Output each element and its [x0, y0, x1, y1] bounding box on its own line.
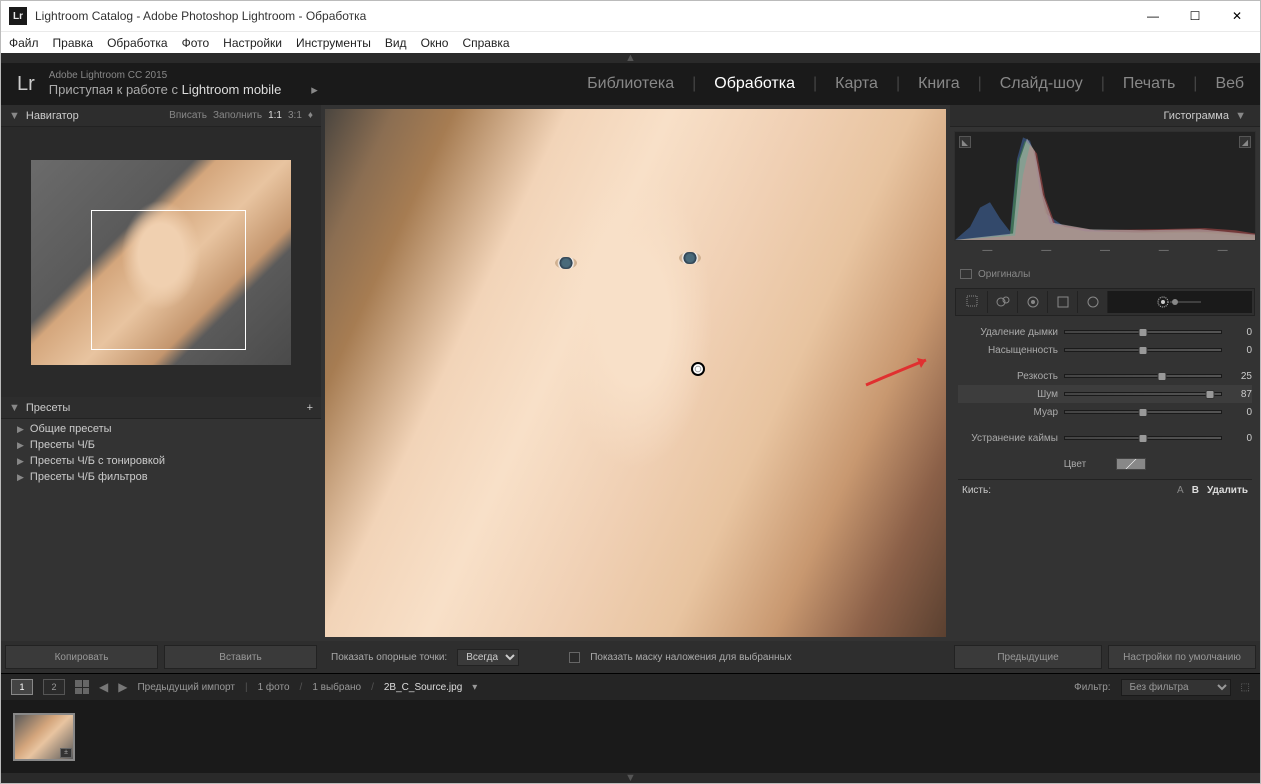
highlight-clip-icon[interactable]: ◢ — [1239, 136, 1251, 148]
next-photo-icon[interactable]: ▶ — [118, 680, 127, 694]
adjustment-sliders: Удаление дымки0Насыщенность0 Резкость25➜Ш… — [950, 319, 1260, 641]
lr-logo: Lr — [17, 73, 35, 96]
brush-b[interactable]: B — [1192, 485, 1199, 496]
presets-header[interactable]: ▼ Пресеты + — [1, 397, 321, 419]
shadow-clip-icon[interactable]: ◣ — [959, 136, 971, 148]
menu-view[interactable]: Вид — [385, 36, 407, 50]
selected-count: 1 выбрано — [312, 682, 361, 693]
navigator-header[interactable]: ▼ Навигатор Вписать Заполнить 1:1 3:1 ♦ — [1, 105, 321, 127]
histogram-values: ————— — [950, 245, 1260, 263]
filter-select[interactable]: Без фильтра — [1121, 679, 1231, 696]
grid-view-icon[interactable] — [75, 680, 89, 694]
zoom-fill[interactable]: Заполнить — [213, 110, 262, 121]
menu-help[interactable]: Справка — [462, 36, 509, 50]
preset-folder[interactable]: ▶Общие пресеты — [1, 421, 321, 437]
crop-tool-icon[interactable] — [958, 291, 988, 313]
collapse-icon: ▼ — [1235, 110, 1246, 122]
app-icon: Lr — [9, 7, 27, 25]
collapse-icon: ▼ — [9, 402, 20, 414]
module-book[interactable]: Книга — [918, 75, 959, 93]
tool-strip — [955, 288, 1255, 316]
preset-folder[interactable]: ▶Пресеты Ч/Б — [1, 437, 321, 453]
brush-row: Кисть:ABУдалить — [958, 479, 1252, 501]
maximize-button[interactable]: ☐ — [1185, 9, 1205, 23]
menu-develop[interactable]: Обработка — [107, 36, 168, 50]
slider-Резкость[interactable]: Резкость25 — [958, 367, 1252, 385]
color-swatch[interactable] — [1116, 458, 1146, 470]
gradient-tool-icon[interactable] — [1048, 291, 1078, 313]
zoom-more-icon[interactable]: ♦ — [308, 110, 313, 121]
minimize-button[interactable]: — — [1143, 9, 1163, 23]
menubar: Файл Правка Обработка Фото Настройки Инс… — [1, 31, 1260, 53]
module-develop[interactable]: Обработка — [714, 75, 795, 93]
originals-icon — [960, 269, 972, 279]
zoom-fit[interactable]: Вписать — [169, 110, 207, 121]
top-collapse-handle[interactable]: ▲ — [1, 53, 1260, 63]
menu-photo[interactable]: Фото — [182, 36, 210, 50]
filter-lock-icon[interactable]: ⬚ — [1241, 682, 1250, 693]
module-map[interactable]: Карта — [835, 75, 878, 93]
window-titlebar: Lr Lightroom Catalog - Adobe Photoshop L… — [1, 1, 1260, 31]
preset-folder[interactable]: ▶Пресеты Ч/Б с тонировкой — [1, 453, 321, 469]
slider-Устранение каймы[interactable]: Устранение каймы0 — [958, 429, 1252, 447]
collapse-icon: ▼ — [9, 110, 20, 122]
zoom-11[interactable]: 1:1 — [268, 110, 282, 121]
show-mask-checkbox[interactable] — [569, 652, 580, 663]
filename-dropdown-icon[interactable]: ▾ — [472, 682, 477, 693]
histogram-header[interactable]: Гистограмма ▼ — [950, 105, 1260, 127]
develop-badge-icon: ± — [60, 748, 72, 758]
prev-photo-icon[interactable]: ◀ — [99, 680, 108, 694]
slider-Шум[interactable]: ➜Шум87 — [958, 385, 1252, 403]
radial-tool-icon[interactable] — [1078, 291, 1108, 313]
filter-label: Фильтр: — [1074, 682, 1110, 693]
add-preset-icon[interactable]: + — [307, 402, 313, 414]
menu-settings[interactable]: Настройки — [223, 36, 282, 50]
brush-tool-icon[interactable] — [1108, 291, 1252, 313]
photo-count: 1 фото — [258, 682, 290, 693]
brush-delete[interactable]: Удалить — [1207, 485, 1248, 496]
view-1-button[interactable]: 1 — [11, 679, 33, 695]
module-web[interactable]: Веб — [1215, 75, 1244, 93]
preset-folder[interactable]: ▶Пресеты Ч/Б фильтров — [1, 469, 321, 485]
filename: 2B_C_Source.jpg — [384, 682, 462, 693]
close-button[interactable]: ✕ — [1227, 9, 1247, 23]
show-pins-select[interactable]: Всегда — [457, 649, 519, 666]
menu-window[interactable]: Окно — [421, 36, 449, 50]
previous-button[interactable]: Предыдущие — [954, 645, 1102, 669]
slider-Насыщенность[interactable]: Насыщенность0 — [958, 341, 1252, 359]
navigator-thumbnail[interactable] — [1, 127, 321, 397]
histogram[interactable]: ◣ ◢ — [954, 131, 1256, 241]
show-mask-label: Показать маску наложения для выбранных — [590, 652, 791, 663]
module-library[interactable]: Библиотека — [587, 75, 674, 93]
module-print[interactable]: Печать — [1123, 75, 1175, 93]
photo-canvas[interactable] — [325, 109, 946, 637]
view-2-button[interactable]: 2 — [43, 679, 65, 695]
slider-Удаление дымки[interactable]: Удаление дымки0 — [958, 323, 1252, 341]
show-pins-label: Показать опорные точки: — [331, 652, 447, 663]
menu-edit[interactable]: Правка — [53, 36, 94, 50]
brush-a[interactable]: A — [1177, 485, 1184, 496]
spot-tool-icon[interactable] — [988, 291, 1018, 313]
adjustment-pin[interactable] — [691, 362, 705, 376]
module-slideshow[interactable]: Слайд-шоу — [1000, 75, 1083, 93]
zoom-31[interactable]: 3:1 — [288, 110, 302, 121]
paste-button[interactable]: Вставить — [164, 645, 317, 669]
redeye-tool-icon[interactable] — [1018, 291, 1048, 313]
reset-button[interactable]: Настройки по умолчанию — [1108, 645, 1256, 669]
identity-plate[interactable]: Adobe Lightroom CC 2015 Приступая к рабо… — [49, 69, 318, 99]
filmstrip-thumbnail[interactable]: ± — [13, 713, 75, 761]
menu-tools[interactable]: Инструменты — [296, 36, 371, 50]
originals-row[interactable]: Оригиналы — [950, 263, 1260, 285]
slider-Муар[interactable]: Муар0 — [958, 403, 1252, 421]
source-label[interactable]: Предыдущий импорт — [137, 682, 235, 693]
color-label: Цвет — [1064, 459, 1086, 470]
copy-button[interactable]: Копировать — [5, 645, 158, 669]
bottom-collapse-handle[interactable]: ▼ — [1, 773, 1260, 783]
window-title: Lightroom Catalog - Adobe Photoshop Ligh… — [35, 9, 1143, 23]
menu-file[interactable]: Файл — [9, 36, 39, 50]
